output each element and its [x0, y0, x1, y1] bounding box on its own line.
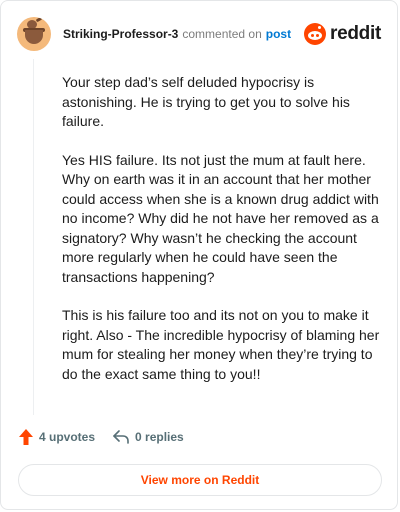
comment-footer: 4 upvotes 0 replies: [19, 429, 202, 445]
view-more-button[interactable]: View more on Reddit: [18, 464, 382, 496]
reply-arrow-icon[interactable]: [113, 430, 129, 444]
comment-paragraph-3: This is his failure too and its not on y…: [62, 307, 380, 382]
action-text: commented on: [182, 27, 262, 41]
comment-body: Your step dad’s self deluded hypocrisy i…: [62, 73, 380, 403]
reddit-icon: [304, 23, 327, 45]
comment-paragraph-2: Yes HIS failure. Its not just the mum at…: [62, 151, 379, 285]
upvote-arrow-icon[interactable]: [19, 429, 33, 445]
comment-card: Striking-Professor-3 commented on post r…: [0, 0, 398, 510]
avatar-antenna-shape: [35, 17, 43, 23]
replies-counter[interactable]: 0 replies: [113, 430, 184, 444]
avatar-pot-shape: [25, 30, 43, 44]
reddit-icon-eye-right: [316, 34, 320, 37]
username-link[interactable]: Striking-Professor-3: [63, 27, 178, 41]
reddit-logo[interactable]: reddit: [304, 23, 381, 45]
comment-paragraph-1: Your step dad’s self deluded hypocrisy i…: [62, 74, 350, 129]
avatar-icon[interactable]: [17, 17, 51, 51]
reddit-icon-antenna: [318, 26, 322, 29]
post-link[interactable]: post: [266, 27, 291, 41]
upvotes-text: 4 upvotes: [39, 430, 96, 444]
upvotes-counter[interactable]: 4 upvotes: [19, 429, 95, 445]
replies-text: 0 replies: [135, 430, 184, 444]
comment-header: Striking-Professor-3 commented on post r…: [17, 17, 381, 51]
comment-meta: Striking-Professor-3 commented on post: [63, 27, 291, 41]
reddit-wordmark: reddit: [330, 23, 381, 44]
reddit-icon-eye-left: [311, 34, 315, 37]
thread-line: [33, 59, 34, 415]
